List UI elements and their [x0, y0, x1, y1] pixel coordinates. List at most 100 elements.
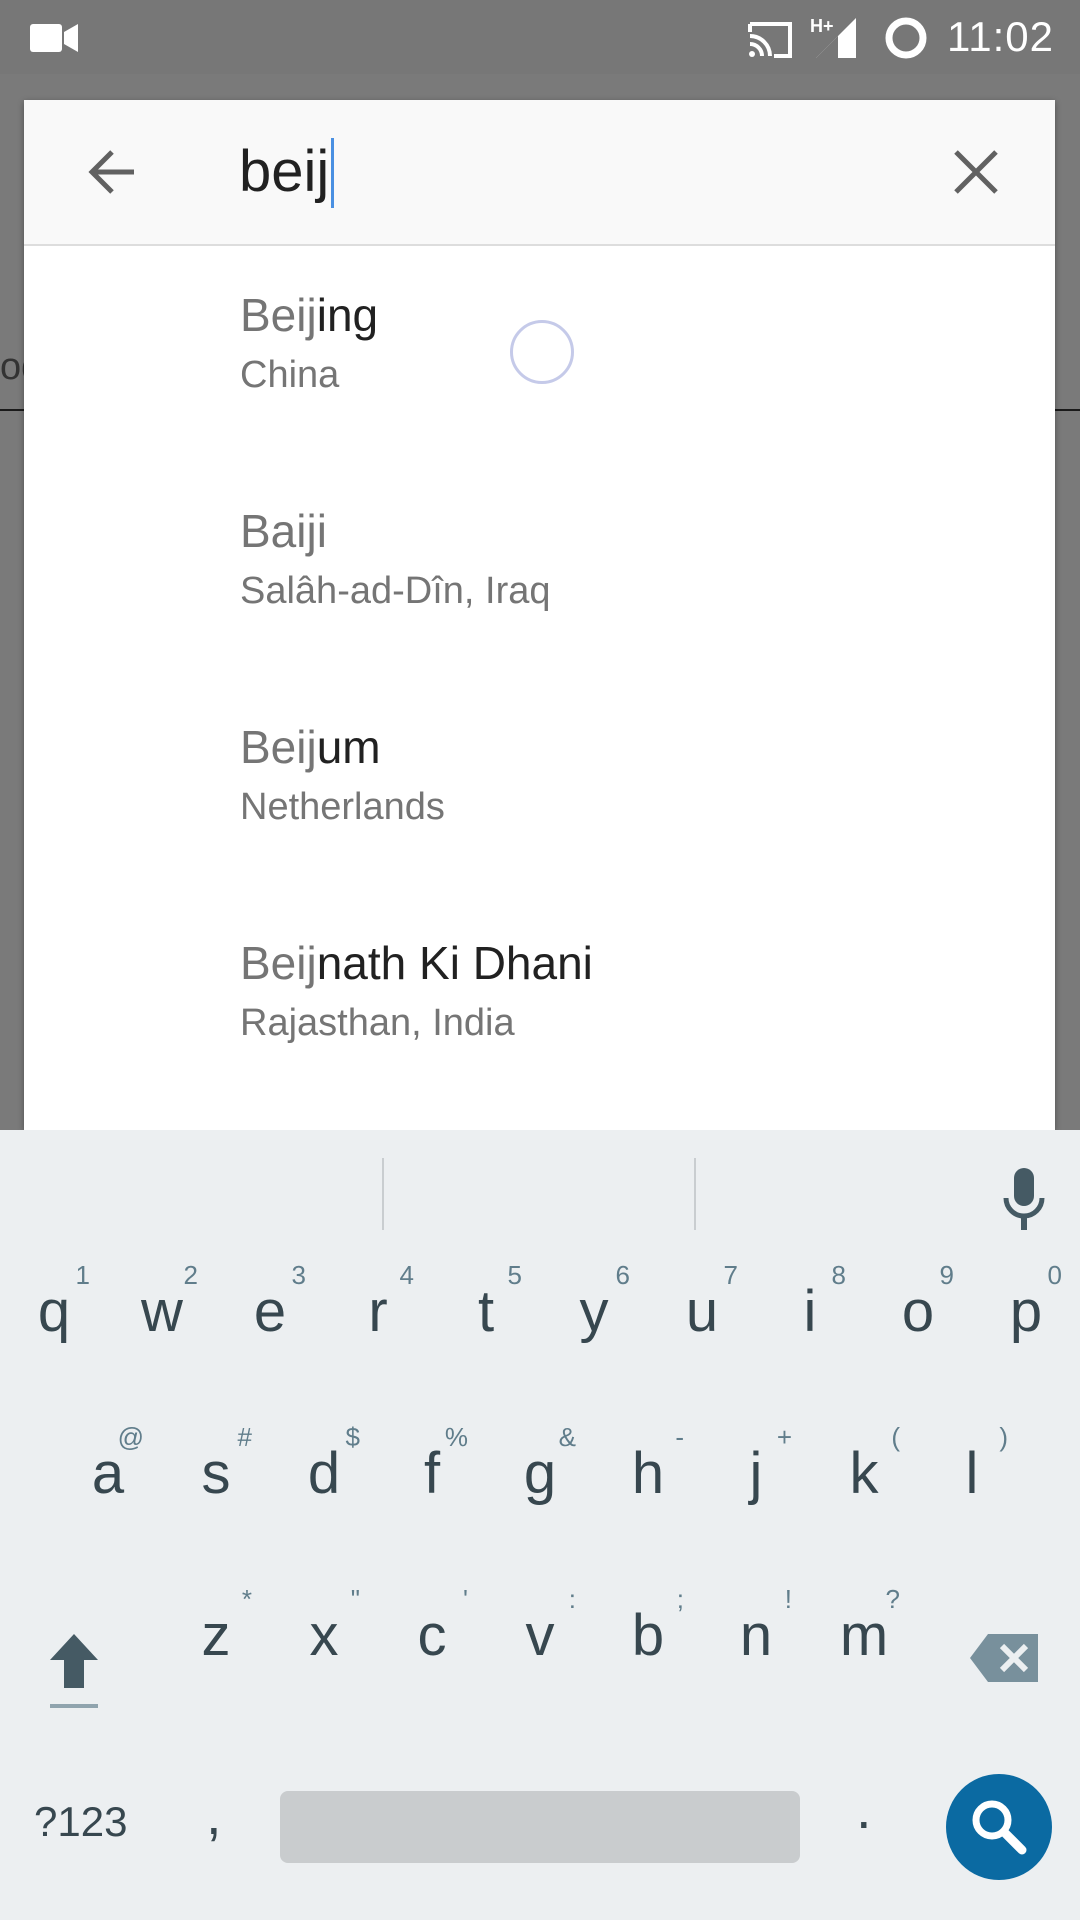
symbols-key[interactable]: ?123 — [34, 1798, 127, 1846]
result-name-rest: um — [316, 721, 381, 773]
touch-ripple — [510, 320, 574, 384]
result-name: Beijnath Ki Dhani — [240, 936, 593, 990]
key-label: m — [839, 1603, 889, 1668]
key-label: n — [739, 1603, 773, 1668]
result-name: Baiji — [240, 504, 327, 558]
key-u[interactable]: 7u — [648, 1260, 756, 1345]
search-key[interactable] — [946, 1774, 1052, 1880]
result-item[interactable]: Beijum Netherlands — [24, 678, 1055, 894]
key-label: y — [579, 1279, 609, 1344]
key-label: f — [423, 1441, 441, 1506]
result-name-rest: ing — [316, 289, 379, 341]
hplus-signal-icon: H+ — [810, 16, 856, 58]
video-camera-icon — [30, 24, 78, 52]
key-hint: 3 — [291, 1260, 306, 1290]
text-caret — [331, 137, 335, 208]
key-hint: % — [444, 1422, 468, 1452]
key-label: q — [37, 1279, 71, 1344]
key-q[interactable]: 1q — [0, 1260, 108, 1345]
key-hint: + — [776, 1422, 792, 1452]
shift-arrow-icon[interactable] — [46, 1630, 102, 1714]
key-a[interactable]: @ a — [54, 1422, 162, 1507]
key-hint: : — [568, 1584, 576, 1614]
key-s[interactable]: # s — [162, 1422, 270, 1507]
key-label: r — [368, 1279, 388, 1344]
key-l[interactable]: ) l — [918, 1422, 1026, 1507]
key-label: i — [803, 1279, 817, 1344]
key-hint: 8 — [831, 1260, 846, 1290]
key-hint: 2 — [183, 1260, 198, 1290]
result-name-match: Baiji — [240, 505, 327, 557]
arrow-left-icon[interactable] — [82, 142, 142, 202]
svg-text:H+: H+ — [810, 16, 834, 36]
key-label: s — [201, 1441, 231, 1506]
key-c[interactable]: ' c — [378, 1584, 486, 1669]
key-label: o — [901, 1279, 935, 1344]
key-label: k — [849, 1441, 879, 1506]
key-w[interactable]: 2w — [108, 1260, 216, 1345]
key-label: g — [523, 1441, 557, 1506]
search-input[interactable]: beij — [239, 130, 335, 214]
key-t[interactable]: 5t — [432, 1260, 540, 1345]
space-bar[interactable] — [280, 1791, 800, 1863]
key-hint: # — [237, 1422, 252, 1452]
search-query: beij — [239, 139, 330, 204]
close-icon[interactable] — [946, 142, 1006, 202]
result-item[interactable]: Beijnath Ki Dhani Rajasthan, India — [24, 894, 1055, 1110]
result-name-match: Beij — [240, 289, 317, 341]
backspace-icon[interactable] — [968, 1632, 1042, 1684]
key-k[interactable]: (k — [810, 1422, 918, 1507]
key-i[interactable]: 8i — [756, 1260, 864, 1345]
key-h[interactable]: -h — [594, 1422, 702, 1507]
clock: 11:02 — [947, 13, 1054, 60]
key-p[interactable]: 0p — [972, 1260, 1080, 1345]
suggestion-divider — [382, 1158, 384, 1230]
key-hint: ( — [891, 1422, 900, 1452]
result-subtitle: China — [240, 354, 340, 396]
key-hint: 5 — [507, 1260, 522, 1290]
suggestion-divider — [694, 1158, 696, 1230]
key-label: h — [631, 1441, 665, 1506]
search-icon — [972, 1800, 1027, 1855]
key-label: v — [525, 1603, 555, 1668]
key-label: t — [477, 1279, 495, 1344]
key-j[interactable]: + j — [702, 1422, 810, 1507]
cast-icon — [748, 22, 792, 58]
key-f[interactable]: % f — [378, 1422, 486, 1507]
key-e[interactable]: 3e — [216, 1260, 324, 1345]
comma-key[interactable]: , — [206, 1782, 222, 1847]
key-hint: 7 — [723, 1260, 738, 1290]
key-z[interactable]: * z — [162, 1584, 270, 1669]
result-item[interactable]: Beijing China — [24, 246, 1055, 462]
microphone-icon[interactable] — [1002, 1166, 1046, 1234]
key-hint: 4 — [399, 1260, 414, 1290]
period-key[interactable]: . — [856, 1776, 872, 1841]
key-hint: @ — [117, 1422, 144, 1452]
key-hint: 9 — [939, 1260, 954, 1290]
key-hint: * — [241, 1584, 252, 1614]
soft-keyboard: ?123 , . 1 q 2 w 3 e 4 r 5 t 6 y 7 u 8 i 9 o 0 p @ a # s $ d% f & g -… — [0, 1130, 1080, 1920]
key-x[interactable]: " x — [270, 1584, 378, 1669]
key-g[interactable]: & g — [486, 1422, 594, 1507]
key-n[interactable]: ! n — [702, 1584, 810, 1669]
key-b[interactable]: ; b — [594, 1584, 702, 1669]
key-hint: ' — [463, 1584, 468, 1614]
result-item[interactable]: Baiji Salâh-ad-Dîn, Iraq — [24, 462, 1055, 678]
key-hint: ; — [676, 1584, 684, 1614]
key-d[interactable]: $ d — [270, 1422, 378, 1507]
key-label: b — [631, 1603, 665, 1668]
key-o[interactable]: 9o — [864, 1260, 972, 1345]
key-v[interactable]: :v — [486, 1584, 594, 1669]
key-hint: ) — [999, 1422, 1008, 1452]
key-label: u — [685, 1279, 719, 1344]
status-bar: H+ 11:02 — [0, 0, 1080, 74]
key-label: d — [307, 1441, 341, 1506]
key-label: e — [253, 1279, 287, 1344]
key-hint: 0 — [1047, 1260, 1062, 1290]
key-y[interactable]: 6y — [540, 1260, 648, 1345]
key-r[interactable]: 4r — [324, 1260, 432, 1345]
key-m[interactable]: ? m — [810, 1584, 918, 1669]
key-hint: ? — [885, 1584, 900, 1614]
ring-icon — [885, 17, 927, 59]
key-label: x — [309, 1603, 339, 1668]
